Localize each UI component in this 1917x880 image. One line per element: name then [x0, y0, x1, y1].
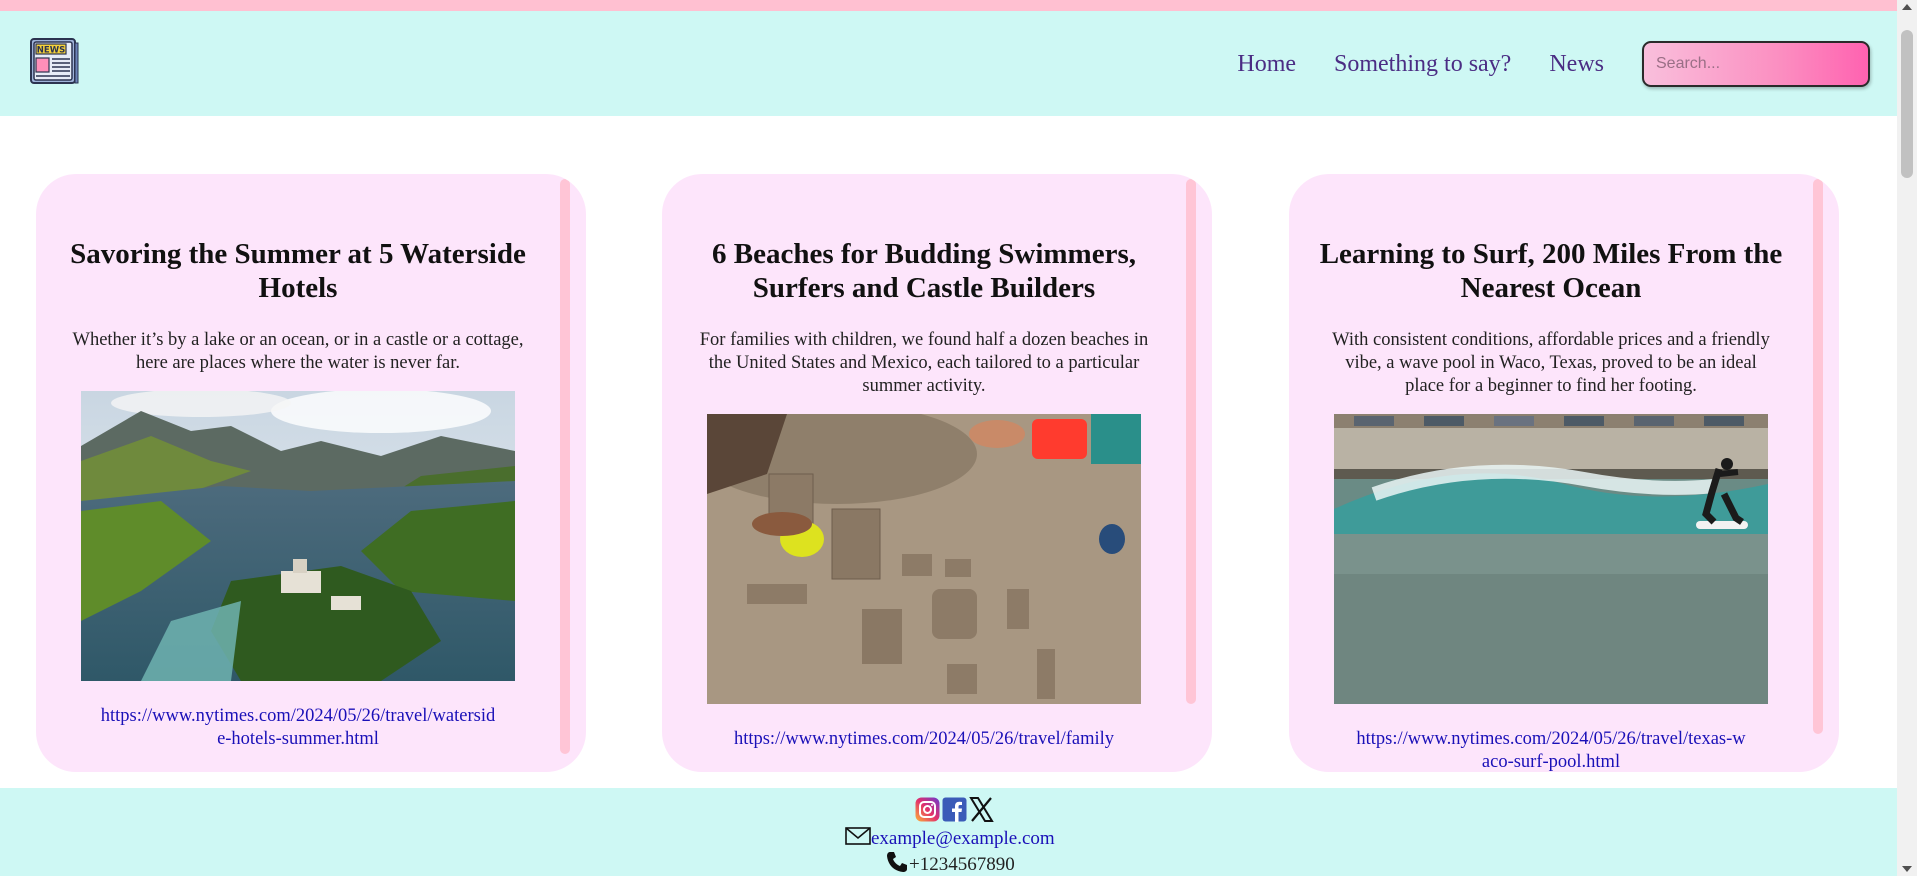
site-footer: example@example.com +1234567890 [0, 788, 1897, 876]
article-link[interactable]: https://www.nytimes.com/2024/05/26/trave… [1353, 728, 1749, 772]
news-logo-icon[interactable]: NEWS [28, 35, 80, 87]
article-card: Learning to Surf, 200 Miles From the Nea… [1289, 174, 1839, 772]
site-header: NEWS Home Something to say? News [0, 11, 1897, 116]
article-link[interactable]: https://www.nytimes.com/2024/05/26/trave… [100, 705, 496, 751]
svg-text:NEWS: NEWS [37, 46, 65, 56]
envelope-icon [845, 826, 871, 852]
nav-news[interactable]: News [1549, 51, 1604, 78]
article-title[interactable]: Learning to Surf, 200 Miles From the Nea… [1313, 174, 1789, 305]
x-icon[interactable] [969, 797, 994, 822]
main-nav: Home Something to say? News [1237, 40, 1870, 88]
nav-home[interactable]: Home [1237, 51, 1296, 78]
instagram-icon[interactable] [915, 797, 940, 822]
page-scrollbar[interactable] [1897, 0, 1917, 876]
facebook-icon[interactable] [942, 797, 967, 822]
card-scrollbar[interactable] [1813, 179, 1823, 734]
lake-landscape-image [81, 391, 515, 681]
scroll-down-icon[interactable] [1902, 866, 1912, 872]
article-link[interactable]: https://www.nytimes.com/2024/05/26/trave… [726, 728, 1122, 751]
sandcastle-image [707, 414, 1141, 704]
top-accent-strip [0, 0, 1917, 11]
nav-something-to-say[interactable]: Something to say? [1334, 51, 1511, 78]
article-card: 6 Beaches for Budding Swimmers, Surfers … [662, 174, 1212, 772]
article-title[interactable]: Savoring the Summer at 5 Waterside Hotel… [60, 174, 536, 305]
article-cards: Savoring the Summer at 5 Waterside Hotel… [0, 116, 1897, 788]
scroll-up-icon[interactable] [1902, 4, 1912, 10]
email-link[interactable]: example@example.com [871, 828, 1055, 850]
card-scrollbar[interactable] [560, 179, 570, 754]
email-row: example@example.com [845, 826, 1055, 852]
scrollbar-thumb[interactable] [1901, 30, 1913, 178]
article-card: Savoring the Summer at 5 Waterside Hotel… [36, 174, 586, 772]
article-summary: With consistent conditions, affordable p… [1332, 330, 1770, 396]
article-summary: Whether it’s by a lake or an ocean, or i… [72, 330, 524, 373]
phone-number: +1234567890 [909, 854, 1015, 875]
card-scrollbar[interactable] [1186, 179, 1196, 704]
social-links [915, 797, 994, 822]
search-input[interactable] [1642, 41, 1870, 87]
surf-pool-image [1334, 414, 1768, 704]
article-title[interactable]: 6 Beaches for Budding Swimmers, Surfers … [686, 174, 1162, 305]
article-summary: For families with children, we found hal… [699, 330, 1149, 396]
